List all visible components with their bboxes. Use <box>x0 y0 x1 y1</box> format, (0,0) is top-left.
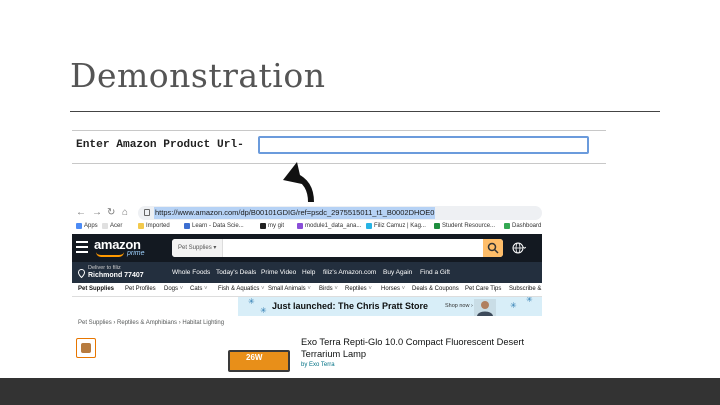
url-label: Enter Amazon Product Url- <box>76 139 244 151</box>
bookmark-label: Apps <box>84 223 98 229</box>
home-icon[interactable]: ⌂ <box>122 207 128 219</box>
bookmark-label: my git <box>268 223 285 229</box>
snowflake-icon: ✳ <box>526 297 533 304</box>
bookmark-label: module1_data_ana... <box>305 223 362 229</box>
amazon-header: amazon prime Pet Supplies ▾ <box>72 234 542 262</box>
category-link[interactable]: Subscribe & S <box>509 286 542 292</box>
chevron-down-icon: ˅ <box>332 286 338 292</box>
back-icon[interactable]: ← <box>76 207 86 219</box>
bookmark-item[interactable]: Dashboard <box>504 223 541 229</box>
amazon-nav-link[interactable]: Find a Gift <box>420 269 450 276</box>
product-image[interactable]: 26W <box>228 350 290 372</box>
amazon-logo-smile <box>96 252 124 257</box>
location-pin-icon <box>78 269 85 278</box>
amazon-nav-link[interactable]: Prime Video <box>261 269 296 276</box>
category-link[interactable]: Pet Profiles <box>125 286 156 292</box>
bookmark-icon <box>434 223 440 229</box>
breadcrumb[interactable]: Pet Supplies › Reptiles & Amphibians › H… <box>78 320 224 326</box>
category-bar: Pet Supplies Pet Profiles Dogs ˅ Cats ˅ Fish… <box>72 283 542 297</box>
category-link[interactable]: Reptiles ˅ <box>345 286 372 292</box>
bookmark-icon <box>366 223 372 229</box>
bookmark-item[interactable]: Apps <box>76 223 98 229</box>
category-link[interactable]: Pet Supplies <box>78 286 114 292</box>
bookmark-icon <box>184 223 190 229</box>
snowflake-icon: ✳ <box>510 301 517 310</box>
search-button[interactable] <box>483 239 503 257</box>
bookmark-label: Filiz Camuz | Kag... <box>374 223 426 229</box>
chevron-down-icon: ˅ <box>400 286 406 292</box>
bookmark-label: Dashboard <box>512 223 542 229</box>
chevron-down-icon: ˅ <box>366 286 372 292</box>
address-bar[interactable]: https://www.amazon.com/dp/B00101GDIG/ref… <box>138 206 542 220</box>
bookmark-item[interactable]: Imported <box>138 223 170 229</box>
deliver-to[interactable]: Deliver to filiz Richmond 77407 <box>78 265 144 279</box>
promo-banner[interactable]: ✳ ✳ Just launched: The Chris Pratt Store… <box>238 297 542 316</box>
product-byline[interactable]: by Exo Terra <box>301 362 335 368</box>
search-icon <box>487 242 499 254</box>
category-link[interactable]: Deals & Coupons <box>412 286 459 292</box>
amazon-nav-bar: Deliver to filiz Richmond 77407 Whole Fo… <box>72 262 542 283</box>
category-link[interactable]: Fish & Aquatics ˅ <box>218 286 265 292</box>
chevron-down-icon: ˅ <box>178 286 184 292</box>
snowflake-icon: ✳ <box>260 306 267 315</box>
chevron-down-icon: ˅ <box>202 286 208 292</box>
bookmark-label: Imported <box>146 223 170 229</box>
browser-nav-row: ← → ↻ ⌂ https://www.amazon.com/dp/B00101… <box>72 205 542 221</box>
form-divider-top <box>72 130 606 131</box>
address-url: https://www.amazon.com/dp/B00101GDIG/ref… <box>154 207 436 219</box>
bookmarks-bar: Apps Acer Imported Learn - Data Scie... my g… <box>72 221 542 233</box>
product-url-input[interactable] <box>258 136 589 154</box>
chevron-down-icon: ˅ <box>305 286 311 292</box>
snowflake-icon: ✳ <box>248 297 255 306</box>
bookmark-item[interactable]: my git <box>260 223 284 229</box>
amazon-prime-label: prime <box>127 250 145 257</box>
curved-arrow-icon <box>283 162 314 205</box>
search-category-select[interactable]: Pet Supplies ▾ <box>172 239 224 257</box>
bookmark-item[interactable]: Acer <box>102 223 122 229</box>
bookmark-label: Learn - Data Scie... <box>192 223 244 229</box>
amazon-nav-link[interactable]: Whole Foods <box>172 269 210 276</box>
category-link[interactable]: Cats ˅ <box>190 286 208 292</box>
bookmark-icon <box>504 223 510 229</box>
bookmark-icon <box>260 223 266 229</box>
bookmark-item[interactable]: Learn - Data Scie... <box>184 223 244 229</box>
forward-icon[interactable]: → <box>92 207 102 219</box>
product-title: Exo Terra Repti-Glo 10.0 Compact Fluores… <box>301 337 525 359</box>
amazon-nav-link[interactable]: Today's Deals <box>216 269 256 276</box>
globe-icon[interactable] <box>512 242 526 254</box>
footer-bar <box>0 378 720 405</box>
chevron-down-icon: ˅ <box>259 286 265 292</box>
bookmark-label: Acer <box>110 223 123 229</box>
menu-icon[interactable] <box>76 241 88 253</box>
category-link[interactable]: Birds ˅ <box>319 286 338 292</box>
promo-text: Just launched: The Chris Pratt Store <box>272 301 429 311</box>
amazon-nav-link[interactable]: filiz's Amazon.com <box>323 269 376 276</box>
amazon-nav-link[interactable]: Help <box>302 269 315 276</box>
category-link[interactable]: Horses ˅ <box>381 286 405 292</box>
amazon-nav-link[interactable]: Buy Again <box>383 269 412 276</box>
amazon-search-box[interactable]: Pet Supplies ▾ <box>172 239 503 257</box>
bookmark-icon <box>297 223 303 229</box>
slide-title: Demonstration <box>70 56 326 95</box>
reload-icon[interactable]: ↻ <box>107 207 115 219</box>
bookmark-icon <box>102 223 108 229</box>
product-thumbnail[interactable] <box>76 338 96 358</box>
title-divider <box>70 111 660 112</box>
lock-icon <box>144 209 150 216</box>
bookmark-icon <box>76 223 82 229</box>
bookmark-icon <box>138 223 144 229</box>
browser-screenshot: ← → ↻ ⌂ https://www.amazon.com/dp/B00101… <box>72 202 542 378</box>
category-link[interactable]: Small Animals ˅ <box>268 286 311 292</box>
category-link[interactable]: Dogs ˅ <box>164 286 183 292</box>
bookmark-label: Student Resource... <box>442 223 496 229</box>
form-divider-bottom <box>72 163 606 164</box>
promo-shop-link[interactable]: Shop now › <box>445 303 473 309</box>
bookmark-item[interactable]: Filiz Camuz | Kag... <box>366 223 426 229</box>
category-link[interactable]: Pet Care Tips <box>465 286 501 292</box>
bookmark-item[interactable]: Student Resource... <box>434 223 495 229</box>
promo-person-photo <box>474 299 496 316</box>
bookmark-item[interactable]: module1_data_ana... <box>297 223 361 229</box>
